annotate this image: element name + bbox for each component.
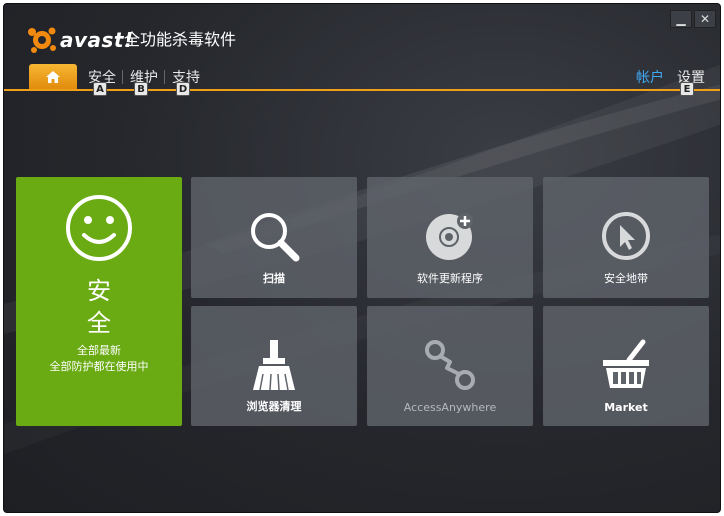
avast-logo: avast!: [26, 20, 134, 60]
disc-plus-icon: [426, 213, 473, 260]
avast-logo-icon: [28, 27, 56, 53]
software-updater-label: 软件更新程序: [417, 272, 483, 285]
status-tile[interactable]: 安 全 全部最新 全部防护都在使用中: [16, 177, 182, 426]
scan-label: 扫描: [263, 272, 285, 285]
nav-separator: [122, 70, 123, 84]
shortcut-badge-d: D: [176, 82, 190, 96]
browser-cleanup-label: 浏览器清理: [246, 400, 302, 413]
main-nav: 安全 A 维护 B 支持 D 帐户 设置 E: [4, 64, 720, 96]
nav-accent-line: [4, 89, 720, 91]
nav-separator: [164, 70, 165, 84]
market-label: Market: [604, 401, 648, 414]
logo-wordmark: avast!: [60, 28, 134, 52]
access-anywhere-label: AccessAnywhere: [403, 401, 497, 414]
access-anywhere-tile[interactable]: AccessAnywhere: [367, 306, 533, 426]
safezone-tile[interactable]: 安全地带: [543, 177, 709, 298]
remote-link-icon: [425, 340, 475, 390]
cursor-circle-icon: [602, 212, 650, 260]
close-button[interactable]: ✕: [694, 10, 716, 28]
safezone-label: 安全地带: [604, 272, 648, 285]
status-title-line2: 全: [87, 309, 111, 337]
status-line1: 全部最新: [77, 344, 121, 357]
software-updater-tile[interactable]: 软件更新程序: [367, 177, 533, 298]
market-tile[interactable]: Market: [543, 306, 709, 426]
status-title-line1: 安: [87, 277, 111, 305]
nav-account[interactable]: 帐户: [636, 67, 664, 87]
shortcut-badge-b: B: [134, 82, 148, 96]
magnifier-icon: [251, 213, 300, 262]
shortcut-badge-e: E: [680, 82, 694, 96]
avast-window: avast! 全功能杀毒软件 ▁ ✕ 安全 A 维护 B 支持 D 帐户 设置 …: [3, 3, 721, 513]
minimize-button[interactable]: ▁: [670, 10, 692, 28]
broom-icon: [253, 340, 295, 391]
status-line2: 全部防护都在使用中: [49, 360, 149, 373]
window-controls: ▁ ✕: [670, 10, 716, 28]
app-title: 全功能杀毒软件: [124, 30, 237, 49]
browser-cleanup-tile[interactable]: 浏览器清理: [191, 306, 357, 426]
smiley-icon: [66, 195, 132, 261]
home-icon: [46, 71, 60, 83]
scan-tile[interactable]: 扫描: [191, 177, 357, 298]
basket-icon: [603, 339, 649, 388]
shortcut-badge-a: A: [93, 82, 107, 96]
home-tab[interactable]: [29, 64, 77, 90]
